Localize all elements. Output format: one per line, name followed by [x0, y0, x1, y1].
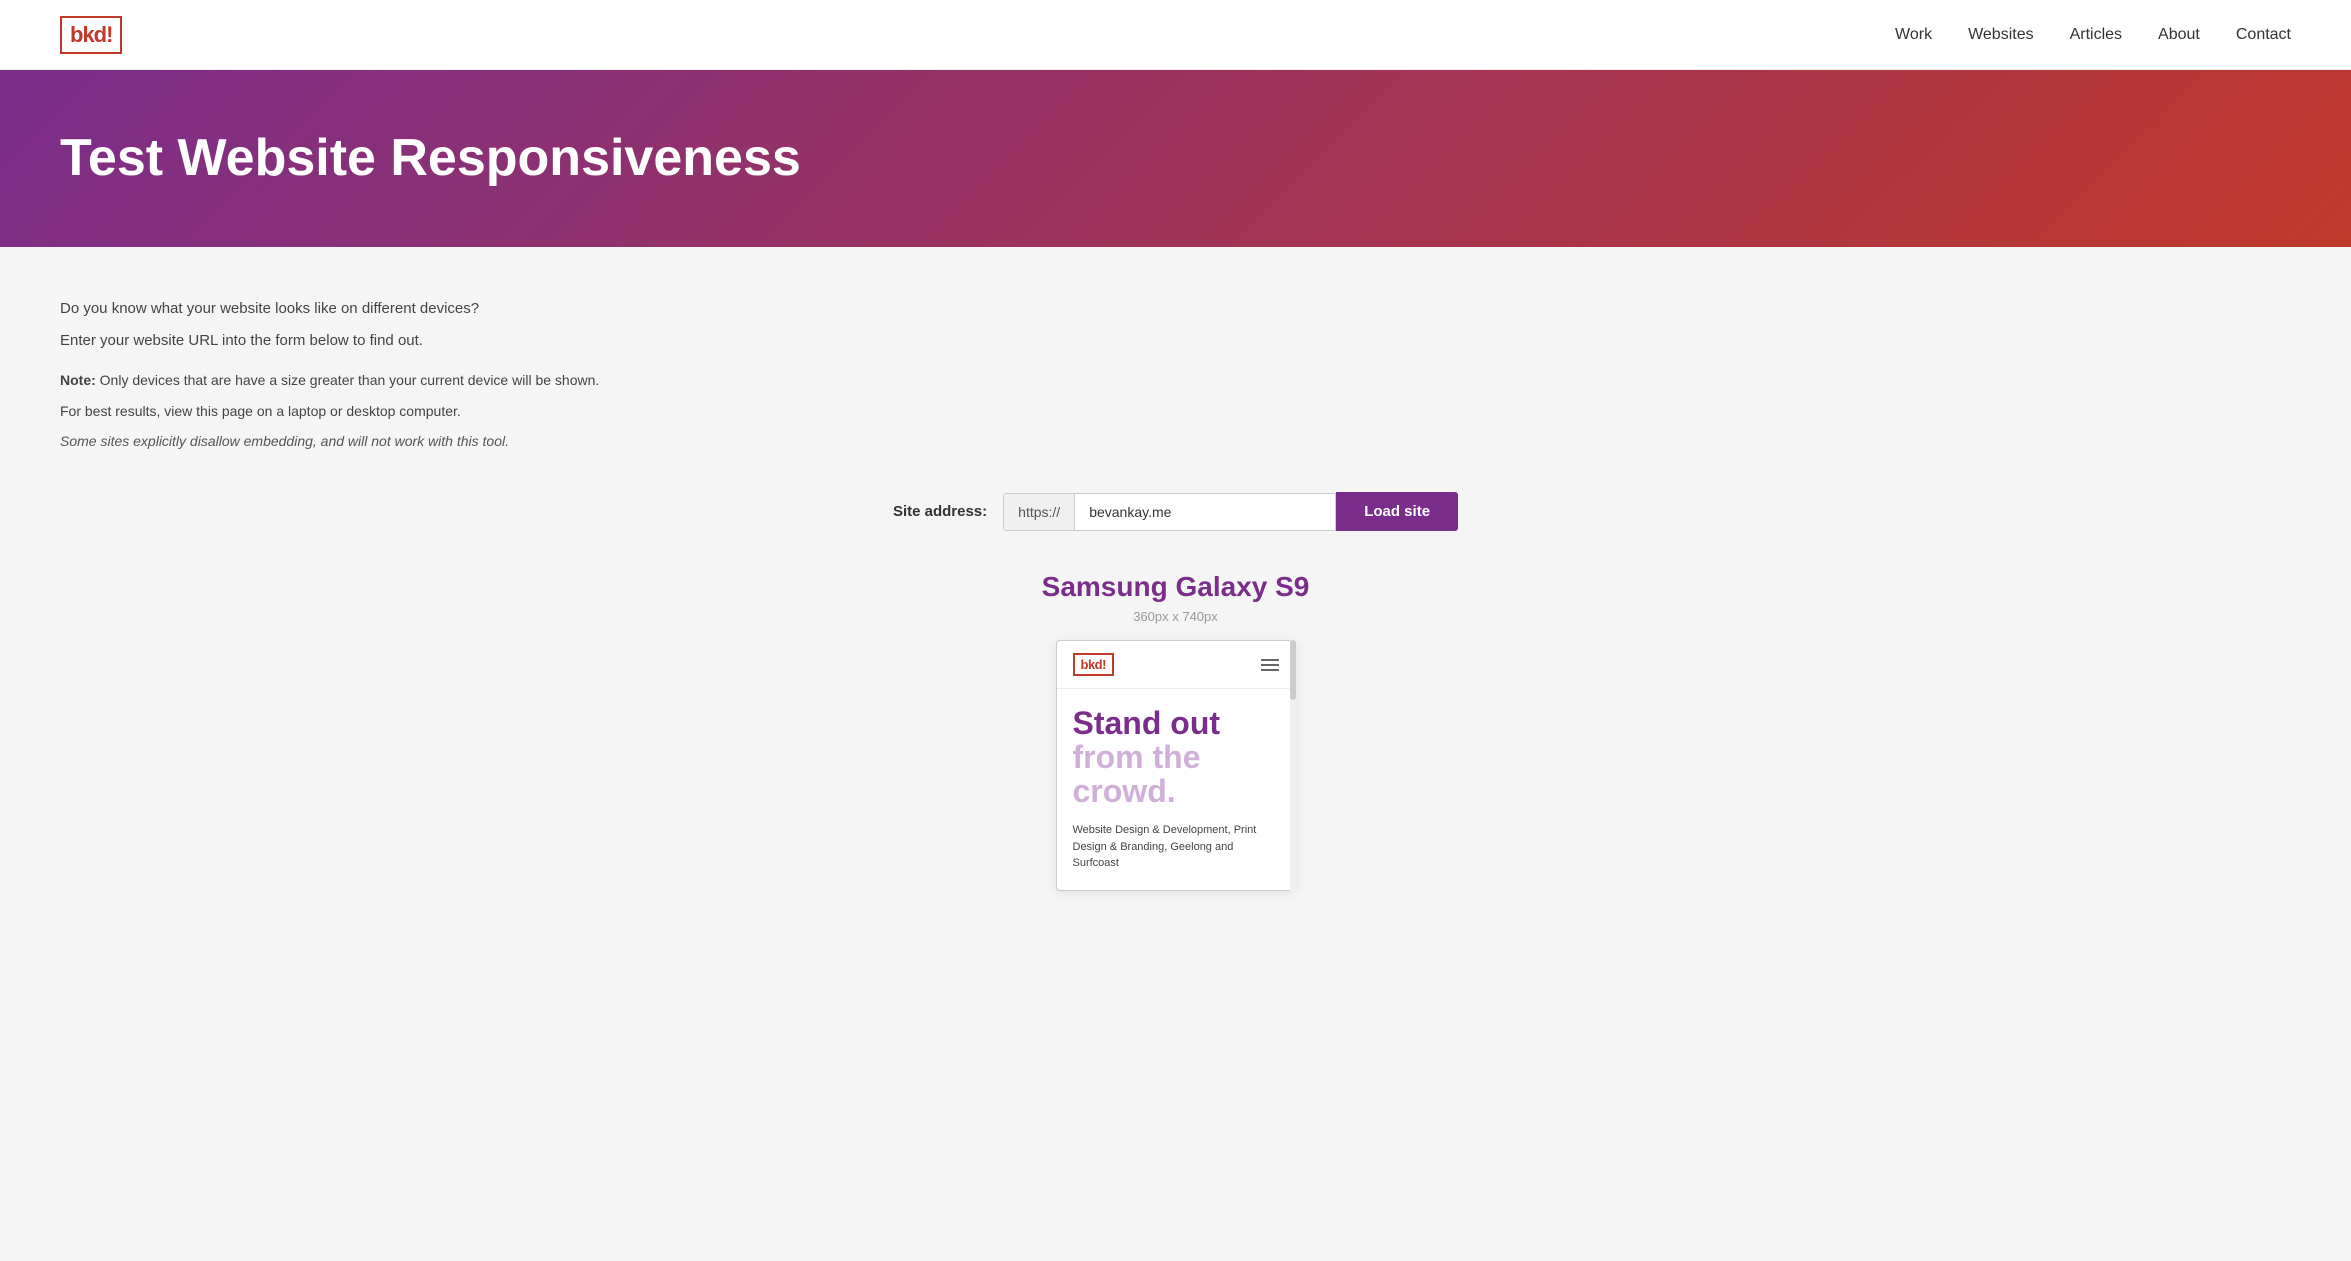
- load-site-button[interactable]: Load site: [1336, 492, 1458, 531]
- url-form: Site address: https:// Load site: [726, 492, 1626, 531]
- nav-contact[interactable]: Contact: [2236, 26, 2291, 44]
- phone-frame: bkd! Stand out from the crowd. Website D…: [1056, 640, 1296, 890]
- note-label: Note:: [60, 372, 96, 388]
- phone-content: Stand out from the crowd. Website Design…: [1057, 689, 1295, 889]
- url-input[interactable]: [1075, 494, 1335, 530]
- note-line1: Note: Only devices that are have a size …: [60, 369, 760, 391]
- logo-exclamation: !: [106, 22, 112, 47]
- phone-headline-bold: Stand out: [1073, 707, 1279, 741]
- note-block: Note: Only devices that are have a size …: [60, 369, 760, 452]
- hamburger-line-2: [1261, 664, 1279, 666]
- hamburger-line-3: [1261, 669, 1279, 671]
- phone-scrollbar[interactable]: [1290, 640, 1296, 890]
- phone-body-text: Website Design & Development, Print Desi…: [1073, 822, 1279, 872]
- hamburger-line-1: [1261, 659, 1279, 661]
- nav-websites[interactable]: Websites: [1968, 26, 2034, 44]
- url-input-wrap: https://: [1003, 493, 1336, 531]
- note-italic: Some sites explicitly disallow embedding…: [60, 430, 760, 452]
- logo-text: bkd: [70, 22, 106, 47]
- description-block: Do you know what your website looks like…: [60, 297, 760, 452]
- main-content: Do you know what your website looks like…: [0, 247, 2351, 1047]
- url-prefix: https://: [1004, 494, 1075, 530]
- phone-logo: bkd!: [1073, 653, 1114, 676]
- device-name: Samsung Galaxy S9: [1042, 571, 1310, 603]
- phone-headline-light: from the crowd.: [1073, 741, 1279, 808]
- nav-about[interactable]: About: [2158, 26, 2200, 44]
- page-title: Test Website Responsiveness: [60, 130, 801, 187]
- note-line2: For best results, view this page on a la…: [60, 400, 760, 422]
- phone-scrollbar-thumb: [1290, 640, 1296, 700]
- desc-line2: Enter your website URL into the form bel…: [60, 329, 760, 353]
- device-dimensions: 360px x 740px: [1133, 609, 1218, 624]
- logo-box: bkd!: [60, 16, 122, 54]
- hero-section: Test Website Responsiveness: [0, 70, 2351, 247]
- hamburger-menu-icon[interactable]: [1261, 659, 1279, 671]
- note-text: Only devices that are have a size greate…: [100, 372, 600, 388]
- nav-work[interactable]: Work: [1895, 26, 1932, 44]
- logo[interactable]: bkd!: [60, 16, 122, 54]
- site-header: bkd! Work Websites Articles About Contac…: [0, 0, 2351, 70]
- phone-logo-excl: !: [1102, 657, 1106, 672]
- phone-header: bkd!: [1057, 641, 1295, 689]
- nav-articles[interactable]: Articles: [2070, 26, 2122, 44]
- desc-line1: Do you know what your website looks like…: [60, 297, 760, 321]
- device-preview-section: Samsung Galaxy S9 360px x 740px bkd!: [60, 571, 2291, 890]
- phone-logo-text: bkd: [1081, 657, 1103, 672]
- form-label: Site address:: [893, 503, 987, 520]
- phone-frame-outer: bkd! Stand out from the crowd. Website D…: [1056, 640, 1296, 890]
- main-nav: Work Websites Articles About Contact: [1895, 26, 2291, 44]
